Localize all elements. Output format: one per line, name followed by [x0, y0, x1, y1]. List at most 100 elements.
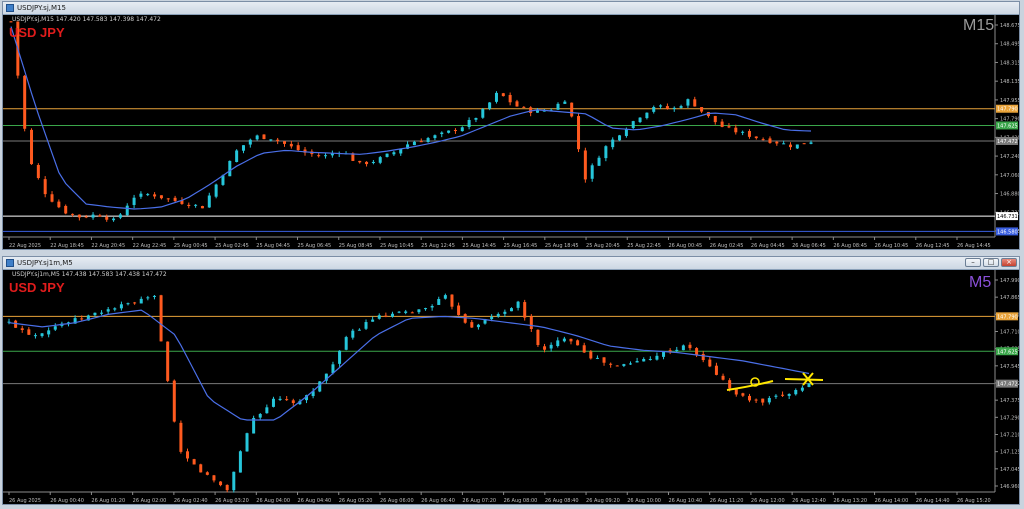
- time-axis-label: 26 Aug 04:45: [751, 243, 785, 249]
- bull-candle: [152, 295, 156, 297]
- bull-candle: [364, 322, 368, 329]
- bull-candle: [112, 218, 116, 221]
- bull-candle: [248, 139, 252, 145]
- bull-candle: [214, 184, 218, 197]
- chart-window-m5[interactable]: USDJPY.sj1m,M5 – □ × 147.990 147.865 147.7…: [2, 256, 1021, 505]
- bull-candle: [604, 146, 608, 159]
- bull-candle: [344, 337, 348, 350]
- bull-candle: [371, 319, 375, 322]
- maximize-button[interactable]: □: [983, 258, 999, 267]
- bull-candle: [476, 324, 480, 328]
- level-price-label: 146.731: [997, 214, 1018, 220]
- bear-candle: [577, 116, 581, 150]
- bull-candle: [460, 127, 464, 132]
- bull-candle: [91, 214, 95, 218]
- bull-candle: [509, 308, 513, 312]
- price-axis-label: 147.045: [1000, 467, 1019, 473]
- bear-candle: [410, 312, 414, 314]
- bear-candle: [419, 141, 423, 143]
- bear-candle: [285, 399, 289, 401]
- time-axis-label: 22 Aug 22:45: [133, 243, 167, 249]
- chart-window-icon: [6, 259, 14, 267]
- timeframe-label: M15: [963, 17, 995, 34]
- bull-candle: [807, 383, 811, 387]
- bear-candle: [30, 129, 34, 165]
- bear-candle: [802, 143, 806, 145]
- bull-candle: [371, 161, 375, 164]
- bull-candle: [635, 361, 639, 363]
- chart-window-icon: [6, 4, 14, 12]
- bull-candle: [597, 157, 601, 166]
- bear-candle: [522, 106, 526, 108]
- bull-candle: [377, 315, 381, 319]
- time-axis-label: 25 Aug 22:45: [627, 243, 661, 249]
- bear-candle: [570, 102, 574, 117]
- bull-candle: [800, 387, 804, 391]
- bear-candle: [192, 459, 196, 465]
- bull-candle: [207, 195, 211, 208]
- bull-candle: [631, 121, 635, 128]
- price-axis-label: 147.210: [1000, 433, 1019, 439]
- price-axis-label: 148.495: [1000, 42, 1019, 48]
- timeframe-label: M5: [969, 274, 992, 291]
- bear-candle: [688, 344, 692, 349]
- bear-candle: [105, 216, 109, 220]
- time-axis-label: 26 Aug 12:00: [751, 498, 785, 504]
- bear-candle: [166, 341, 170, 381]
- price-axis-label: 147.865: [1000, 295, 1019, 301]
- bear-candle: [71, 213, 75, 215]
- bear-candle: [583, 150, 587, 180]
- bull-candle: [490, 316, 494, 320]
- chart-window-title-bar[interactable]: USDJPY.sj1m,M5 – □ ×: [3, 257, 1019, 270]
- bull-candle: [228, 160, 232, 177]
- bear-candle: [98, 215, 102, 217]
- bull-candle: [556, 340, 560, 347]
- bear-candle: [199, 464, 203, 473]
- bull-candle: [424, 308, 428, 310]
- bull-candle: [556, 103, 560, 110]
- bear-candle: [708, 359, 712, 367]
- bull-candle: [672, 107, 676, 110]
- price-chart-m5[interactable]: 147.990 147.865 147.790 147.710 147.625 147.5…: [3, 270, 1021, 505]
- moving-average-line: [8, 309, 810, 421]
- bear-candle: [714, 365, 718, 375]
- price-chart-m15[interactable]: 148.675 148.495 148.315 148.135 147.955 147.7…: [3, 15, 1021, 250]
- chart-window-title-bar[interactable]: USDJPY.sj,M15: [3, 2, 1019, 15]
- bull-candle: [278, 398, 282, 400]
- close-button[interactable]: ×: [1001, 258, 1017, 267]
- chart-area-m5[interactable]: 147.990 147.865 147.790 147.710 147.625 147.5…: [3, 270, 1021, 505]
- price-axis-label: 148.315: [1000, 60, 1019, 66]
- bear-candle: [153, 194, 157, 197]
- minimize-button[interactable]: –: [965, 258, 981, 267]
- bull-candle: [385, 153, 389, 157]
- time-axis-label: 26 Aug 14:40: [916, 498, 950, 504]
- bear-candle: [172, 380, 176, 422]
- time-axis-label: 26 Aug 10:00: [627, 498, 661, 504]
- bear-candle: [576, 340, 580, 346]
- bull-candle: [351, 330, 355, 338]
- bear-candle: [262, 134, 266, 140]
- chart-area-m15[interactable]: 148.675 148.495 148.315 148.135 147.955 147.7…: [3, 15, 1021, 250]
- bull-candle: [269, 139, 273, 141]
- bull-candle: [642, 358, 646, 362]
- bull-candle: [549, 344, 553, 349]
- time-axis-label: 25 Aug 06:45: [298, 243, 332, 249]
- bull-candle: [655, 355, 659, 360]
- bear-candle: [179, 422, 183, 452]
- bull-candle: [488, 102, 492, 109]
- bear-candle: [166, 198, 170, 200]
- bull-candle: [795, 144, 799, 149]
- bull-candle: [40, 333, 44, 337]
- bear-candle: [734, 127, 738, 133]
- bull-candle: [265, 407, 269, 414]
- bear-candle: [543, 346, 547, 350]
- level-price-label: 147.625: [997, 123, 1018, 129]
- bear-candle: [84, 216, 88, 218]
- chart-window-m15[interactable]: USDJPY.sj,M15 148.675 148.495 148.315 148.1…: [2, 1, 1021, 250]
- bear-candle: [27, 329, 31, 335]
- bear-candle: [695, 348, 699, 355]
- bear-candle: [720, 121, 724, 127]
- price-axis-label: 148.135: [1000, 79, 1019, 85]
- bear-candle: [470, 322, 474, 328]
- bull-candle: [338, 350, 342, 364]
